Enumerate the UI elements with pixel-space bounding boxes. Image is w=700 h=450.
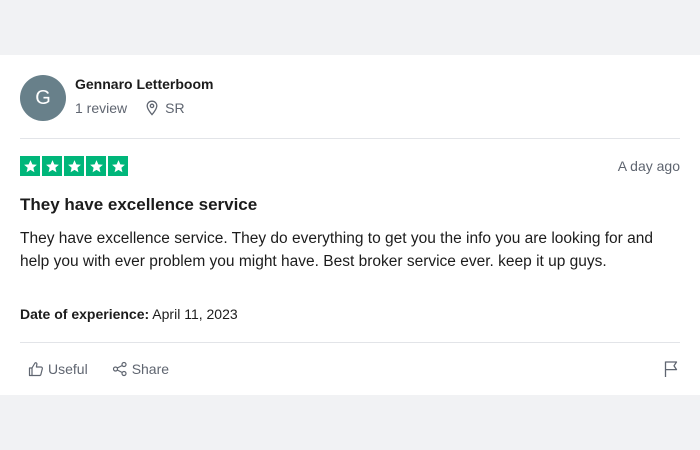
experience-date: April 11, 2023 <box>152 306 238 322</box>
location-pin-icon <box>146 100 158 116</box>
share-label: Share <box>131 361 170 377</box>
review-title[interactable]: They have excellence service <box>20 195 257 215</box>
experience-label: Date of experience: <box>20 306 150 322</box>
avatar-initial: G <box>35 86 51 109</box>
star-icon <box>86 156 106 176</box>
reviewer-meta: 1 review SR <box>75 100 185 116</box>
footer-divider <box>20 342 680 343</box>
reviewer-location: SR <box>165 100 185 116</box>
star-icon <box>42 156 62 176</box>
star-icon <box>64 156 84 176</box>
header-divider <box>20 138 680 139</box>
review-count: 1 review <box>75 100 128 116</box>
star-rating <box>20 156 128 176</box>
thumbs-up-icon <box>28 362 43 377</box>
review-actions: Useful Share <box>28 361 169 377</box>
useful-label: Useful <box>48 361 88 377</box>
star-icon <box>108 156 128 176</box>
useful-button[interactable]: Useful <box>28 361 88 377</box>
avatar[interactable]: G <box>20 75 66 121</box>
star-icon <box>20 156 40 176</box>
flag-icon[interactable] <box>663 360 679 378</box>
share-button[interactable]: Share <box>112 361 169 377</box>
review-date: A day ago <box>617 158 680 174</box>
date-of-experience: Date of experience: April 11, 2023 <box>20 306 238 322</box>
review-card: G Gennaro Letterboom 1 review SR A day a… <box>0 55 700 395</box>
review-body: They have excellence service. They do ev… <box>20 230 654 270</box>
share-icon <box>112 361 127 377</box>
reviewer-name[interactable]: Gennaro Letterboom <box>75 76 213 92</box>
